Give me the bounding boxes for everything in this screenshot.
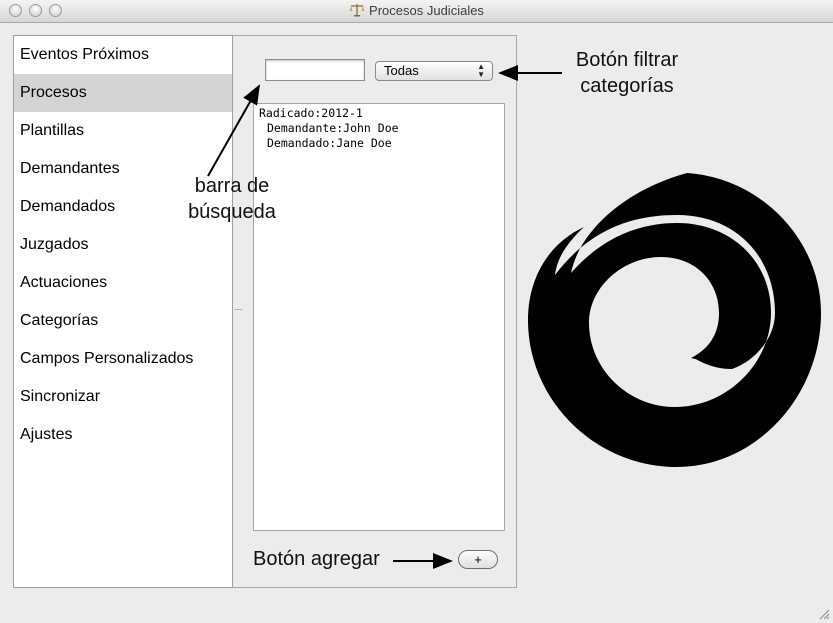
arrow-to-search bbox=[207, 84, 260, 177]
resize-grip-icon[interactable] bbox=[818, 608, 830, 620]
swirl-logo-icon bbox=[528, 173, 821, 467]
